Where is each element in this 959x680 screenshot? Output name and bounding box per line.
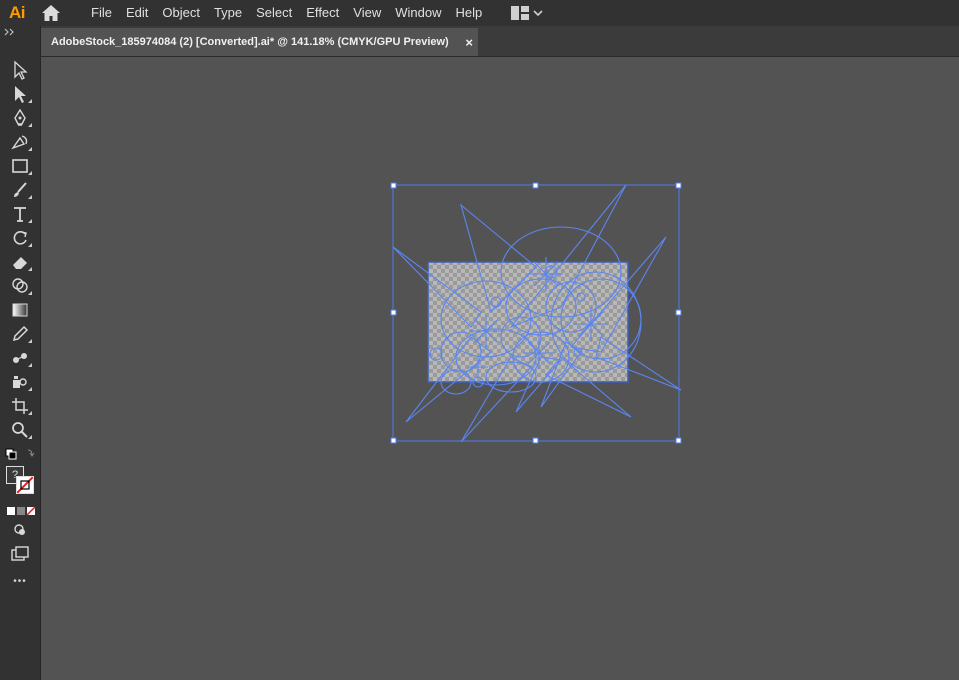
edit-toolbar-button[interactable]: ••• — [8, 576, 32, 590]
artwork-selection[interactable] — [41, 57, 959, 680]
menu-window[interactable]: Window — [388, 0, 448, 26]
chevron-down-icon — [533, 10, 543, 17]
menu-bar: Ai File Edit Object Type Select Effect V… — [0, 0, 959, 26]
rectangle-tool-icon[interactable] — [8, 155, 32, 177]
document-tab-bar: AdobeStock_185974084 (2) [Converted].ai*… — [41, 26, 959, 57]
stroke-swatch[interactable] — [16, 476, 34, 494]
menu-object[interactable]: Object — [155, 0, 207, 26]
draw-mode-icon[interactable] — [8, 519, 32, 541]
selection-handle[interactable] — [390, 309, 397, 316]
menu-view[interactable]: View — [346, 0, 388, 26]
eyedropper-tool-icon[interactable] — [8, 323, 32, 345]
workspace-grid-icon — [511, 6, 530, 20]
symbol-sprayer-tool-icon[interactable] — [8, 371, 32, 393]
close-icon[interactable]: × — [465, 35, 473, 50]
document-tab-title: AdobeStock_185974084 (2) [Converted].ai*… — [51, 36, 449, 48]
selection-handle[interactable] — [390, 437, 397, 444]
home-icon[interactable] — [34, 0, 68, 26]
pen-tool-icon[interactable] — [8, 107, 32, 129]
panel-collapse-icon[interactable] — [4, 28, 36, 38]
color-mode-icon — [7, 507, 15, 515]
selection-tool-icon[interactable] — [8, 59, 32, 81]
gradient-tool-icon[interactable] — [8, 299, 32, 321]
eraser-tool-icon[interactable] — [8, 251, 32, 273]
color-mode-buttons — [6, 503, 36, 516]
curvature-tool-icon[interactable] — [8, 131, 32, 153]
rotate-tool-icon[interactable] — [8, 227, 32, 249]
zoom-tool-icon[interactable] — [8, 419, 32, 441]
tools-panel: ? ••• — [0, 26, 41, 680]
shape-builder-tool-icon[interactable] — [8, 275, 32, 297]
fill-stroke-swatch[interactable]: ? — [6, 466, 36, 496]
document-tab[interactable]: AdobeStock_185974084 (2) [Converted].ai*… — [41, 28, 478, 56]
selection-handle[interactable] — [532, 437, 539, 444]
selection-handle[interactable] — [675, 437, 682, 444]
screen-mode-icon[interactable] — [8, 543, 32, 565]
menu-items: File Edit Object Type Select Effect View… — [84, 0, 489, 26]
menu-effect[interactable]: Effect — [299, 0, 346, 26]
menu-edit[interactable]: Edit — [119, 0, 155, 26]
selection-handle[interactable] — [532, 182, 539, 189]
menu-help[interactable]: Help — [448, 0, 489, 26]
artboard-tool-icon[interactable] — [8, 395, 32, 417]
menu-type[interactable]: Type — [207, 0, 249, 26]
blend-tool-icon[interactable] — [8, 347, 32, 369]
direct-selection-tool-icon[interactable] — [8, 83, 32, 105]
app-logo: Ai — [9, 3, 26, 22]
selection-handle[interactable] — [675, 182, 682, 189]
selection-handle[interactable] — [675, 309, 682, 316]
paintbrush-tool-icon[interactable] — [8, 179, 32, 201]
menu-file[interactable]: File — [84, 0, 119, 26]
type-tool-icon[interactable] — [8, 203, 32, 225]
selection-handle[interactable] — [390, 182, 397, 189]
menu-select[interactable]: Select — [249, 0, 299, 26]
canvas[interactable] — [41, 57, 959, 680]
workspace-switcher-button[interactable] — [511, 6, 543, 20]
default-fill-stroke-icon[interactable] — [4, 447, 36, 461]
